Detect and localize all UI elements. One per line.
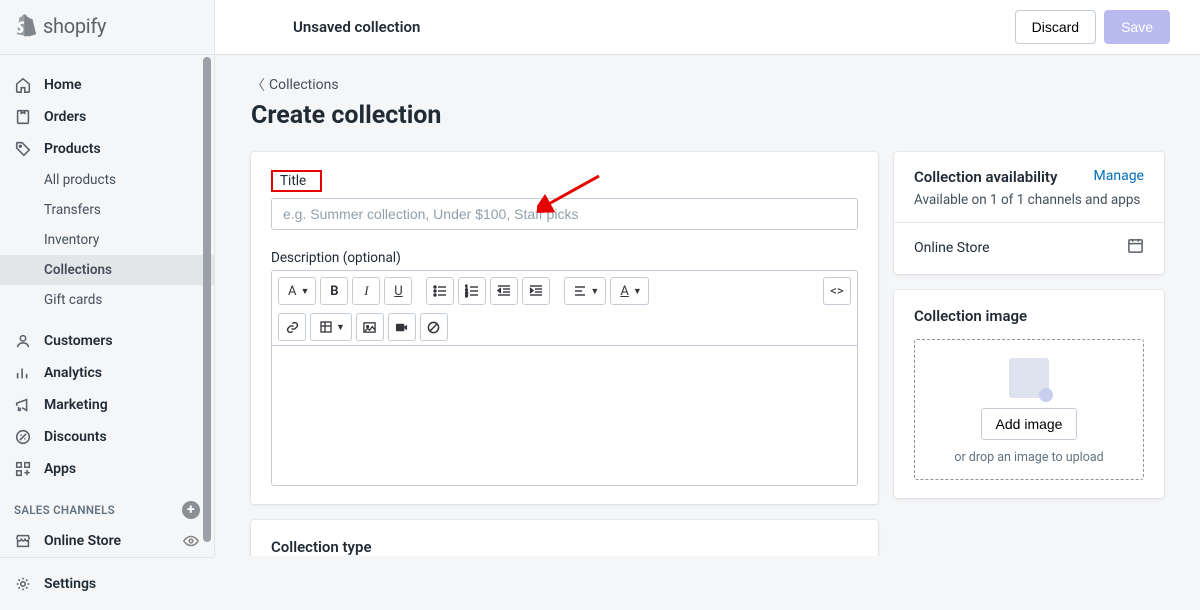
manage-link[interactable]: Manage xyxy=(1094,168,1144,184)
title-input[interactable] xyxy=(271,198,858,230)
sales-channels-header: SALES CHANNELS + xyxy=(0,485,214,525)
collection-type-card: Collection type xyxy=(251,520,878,556)
nav-products[interactable]: Products xyxy=(0,133,214,165)
svg-text:3: 3 xyxy=(465,293,468,298)
nav-apps[interactable]: Apps xyxy=(0,453,214,485)
nav-collections[interactable]: Collections xyxy=(0,255,214,285)
nav-marketing[interactable]: Marketing xyxy=(0,389,214,421)
channel-name: Online Store xyxy=(914,240,990,256)
image-placeholder-icon xyxy=(1009,358,1049,398)
main: Unsaved collection Discard Save 〈 Collec… xyxy=(215,0,1200,556)
rte-number-list-button[interactable]: 123 xyxy=(458,277,486,305)
unsaved-status: Unsaved collection xyxy=(293,18,420,36)
nav-all-products[interactable]: All products xyxy=(0,165,214,195)
rte-format-dropdown[interactable]: A▼ xyxy=(278,277,316,305)
nav-customers[interactable]: Customers xyxy=(0,325,214,357)
discounts-icon xyxy=(14,428,32,446)
nav-orders-label: Orders xyxy=(44,109,86,125)
settings-icon xyxy=(14,575,32,593)
collection-image-card: Collection image Add image or drop an im… xyxy=(894,290,1164,498)
rte-toolbar: A▼ B I U 123 ▼ xyxy=(271,270,858,346)
chevron-left-icon: 〈 xyxy=(251,75,265,95)
customers-icon xyxy=(14,332,32,350)
rte-underline-button[interactable]: U xyxy=(384,277,412,305)
breadcrumb-label: Collections xyxy=(269,77,339,93)
discard-button[interactable]: Discard xyxy=(1015,10,1096,44)
collection-type-header: Collection type xyxy=(271,538,858,556)
availability-subtitle: Available on 1 of 1 channels and apps xyxy=(894,192,1164,222)
brand-name: shopify xyxy=(43,14,106,38)
rte-bold-button[interactable]: B xyxy=(320,277,348,305)
description-label: Description (optional) xyxy=(271,250,858,266)
rte-align-dropdown[interactable]: ▼ xyxy=(564,277,606,305)
scrollbar[interactable] xyxy=(203,57,211,542)
nav-online-store[interactable]: Online Store xyxy=(0,525,214,557)
orders-icon xyxy=(14,108,32,126)
drop-hint: or drop an image to upload xyxy=(921,450,1137,465)
nav-home[interactable]: Home xyxy=(0,69,214,101)
add-image-button[interactable]: Add image xyxy=(981,408,1078,440)
nav-transfers[interactable]: Transfers xyxy=(0,195,214,225)
description-editor[interactable] xyxy=(271,346,858,486)
rte-indent-button[interactable] xyxy=(522,277,550,305)
collection-image-header: Collection image xyxy=(894,290,1164,325)
nav-analytics[interactable]: Analytics xyxy=(0,357,214,389)
home-icon xyxy=(14,76,32,94)
page-title: Create collection xyxy=(251,101,1164,130)
title-label-highlight: Title xyxy=(271,170,322,192)
channel-row: Online Store xyxy=(894,223,1164,274)
main-nav: Home Orders Products All products Transf… xyxy=(0,55,214,557)
rte-video-button[interactable] xyxy=(388,313,416,341)
apps-icon xyxy=(14,460,32,478)
rte-clear-format-button[interactable] xyxy=(420,313,448,341)
rte-link-button[interactable] xyxy=(278,313,306,341)
title-label: Title xyxy=(280,173,306,189)
calendar-icon[interactable] xyxy=(1127,237,1144,258)
breadcrumb[interactable]: 〈 Collections xyxy=(251,75,339,95)
marketing-icon xyxy=(14,396,32,414)
rte-image-button[interactable] xyxy=(356,313,384,341)
availability-header: Collection availability xyxy=(914,168,1057,186)
view-store-icon[interactable] xyxy=(182,532,200,550)
rte-table-dropdown[interactable]: ▼ xyxy=(310,313,352,341)
content: 〈 Collections Create collection Title xyxy=(215,55,1200,556)
nav-discounts[interactable]: Discounts xyxy=(0,421,214,453)
settings-section: Settings xyxy=(0,557,214,610)
nav-products-label: Products xyxy=(44,141,101,157)
nav-orders[interactable]: Orders xyxy=(0,101,214,133)
rte-italic-button[interactable]: I xyxy=(352,277,380,305)
products-icon xyxy=(14,140,32,158)
brand: shopify xyxy=(0,0,214,55)
image-dropzone[interactable]: Add image or drop an image to upload xyxy=(914,339,1144,480)
store-icon xyxy=(14,532,32,550)
save-button[interactable]: Save xyxy=(1104,10,1170,44)
nav-settings[interactable]: Settings xyxy=(0,568,214,600)
topbar: Unsaved collection Discard Save xyxy=(215,0,1200,55)
rte-bullet-list-button[interactable] xyxy=(426,277,454,305)
analytics-icon xyxy=(14,364,32,382)
sidebar: shopify Home Orders Products All product… xyxy=(0,0,215,556)
rte-code-view-button[interactable]: <> xyxy=(823,277,851,305)
rte-outdent-button[interactable] xyxy=(490,277,518,305)
nav-inventory[interactable]: Inventory xyxy=(0,225,214,255)
add-channel-button[interactable]: + xyxy=(182,501,200,519)
rte-color-dropdown[interactable]: A▼ xyxy=(610,277,648,305)
nav-gift-cards[interactable]: Gift cards xyxy=(0,285,214,315)
availability-card: Collection availability Manage Available… xyxy=(894,152,1164,274)
nav-home-label: Home xyxy=(44,77,82,93)
title-desc-card: Title Description (optional) A▼ B xyxy=(251,152,878,504)
topbar-actions: Discard Save xyxy=(1015,10,1170,44)
shopify-logo-icon xyxy=(15,14,37,38)
